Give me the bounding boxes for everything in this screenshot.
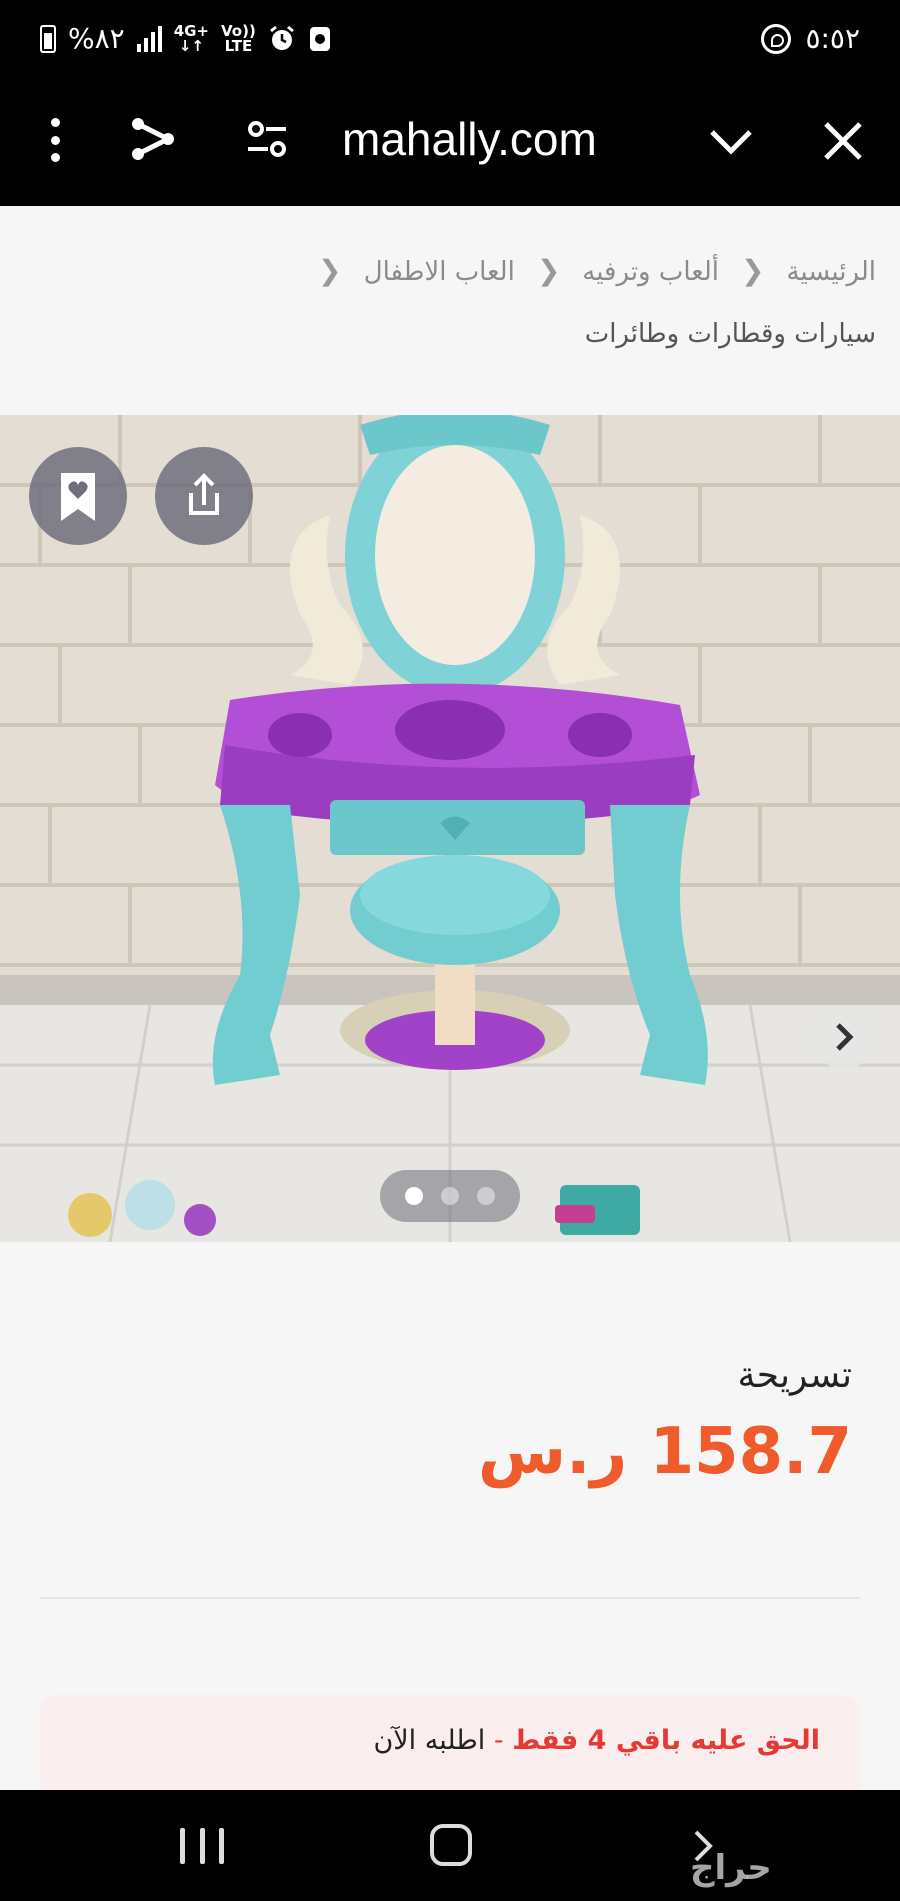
tune-icon[interactable] bbox=[246, 120, 288, 158]
product-title: تسريحة bbox=[737, 1355, 852, 1396]
stock-cta: اطلبه الآن bbox=[373, 1725, 486, 1756]
chevron-icon: ❯ bbox=[536, 254, 561, 287]
breadcrumb-item-kids-toys[interactable]: العاب الاطفال bbox=[364, 241, 515, 303]
more-vert-icon[interactable] bbox=[48, 118, 62, 162]
gallery-next-button[interactable] bbox=[812, 1005, 876, 1069]
breadcrumb-item-home[interactable]: الرئيسية bbox=[786, 241, 876, 303]
divider bbox=[40, 1597, 860, 1599]
stock-separator: - bbox=[485, 1725, 513, 1756]
pagination-dot[interactable] bbox=[477, 1187, 495, 1205]
product-price: 158.7 ر.س bbox=[477, 1415, 852, 1489]
recents-button[interactable] bbox=[180, 1828, 224, 1864]
app-notification-icon bbox=[309, 26, 330, 51]
home-button[interactable] bbox=[430, 1824, 472, 1866]
share-icon[interactable] bbox=[128, 114, 178, 164]
share-upload-icon bbox=[189, 473, 219, 515]
chevron-down-icon[interactable] bbox=[706, 116, 756, 166]
stock-text: الحق عليه باقي 4 فقط - اطلبه الآن bbox=[373, 1725, 820, 1756]
chevron-icon: ❯ bbox=[318, 254, 342, 287]
status-bar: %٨٢ 4G+ ↓↑ Vo)) LTE ٥:٥٢ bbox=[0, 0, 900, 86]
battery-icon bbox=[40, 24, 56, 53]
haraj-watermark: حراج bbox=[690, 1848, 772, 1888]
signal-icon bbox=[136, 25, 162, 52]
product-info: تسريحة 158.7 ر.س الحق عليه باقي 4 فقط - … bbox=[0, 1245, 900, 1815]
bookmark-button[interactable] bbox=[29, 447, 127, 545]
status-left: %٨٢ 4G+ ↓↑ Vo)) LTE bbox=[40, 22, 332, 55]
url-field[interactable]: mahally.com bbox=[342, 112, 597, 166]
breadcrumb: الرئيسية ❯ ألعاب وترفيه ❯ العاب الاطفال ❯ سيار… bbox=[36, 240, 876, 365]
close-icon[interactable] bbox=[818, 116, 868, 166]
product-image-gallery[interactable] bbox=[0, 415, 900, 1242]
bookmark-heart-icon bbox=[61, 473, 95, 521]
alarm-icon bbox=[269, 25, 294, 50]
gallery-pagination bbox=[380, 1170, 520, 1222]
pagination-dot[interactable] bbox=[405, 1187, 423, 1205]
share-button[interactable] bbox=[155, 447, 253, 545]
stock-highlight: الحق عليه باقي 4 فقط bbox=[512, 1725, 820, 1756]
network-type: 4G+ ↓↑ bbox=[173, 21, 210, 55]
battery-percent: %٨٢ bbox=[68, 22, 125, 55]
android-nav-bar: حراج bbox=[0, 1790, 900, 1901]
breadcrumb-item-toys[interactable]: ألعاب وترفيه bbox=[582, 241, 719, 303]
chevron-right-icon bbox=[836, 1023, 854, 1051]
clock: ٥:٥٢ bbox=[805, 22, 860, 55]
whatsapp-icon bbox=[761, 23, 792, 54]
chevron-icon: ❯ bbox=[740, 254, 765, 287]
browser-toolbar: mahally.com bbox=[0, 86, 900, 206]
volte-indicator: Vo)) LTE bbox=[221, 21, 256, 55]
pagination-dot[interactable] bbox=[441, 1187, 459, 1205]
status-right: ٥:٥٢ bbox=[761, 22, 860, 55]
breadcrumb-item-cars[interactable]: سيارات وقطارات وطائرات bbox=[585, 303, 876, 365]
product-image bbox=[0, 415, 900, 1242]
